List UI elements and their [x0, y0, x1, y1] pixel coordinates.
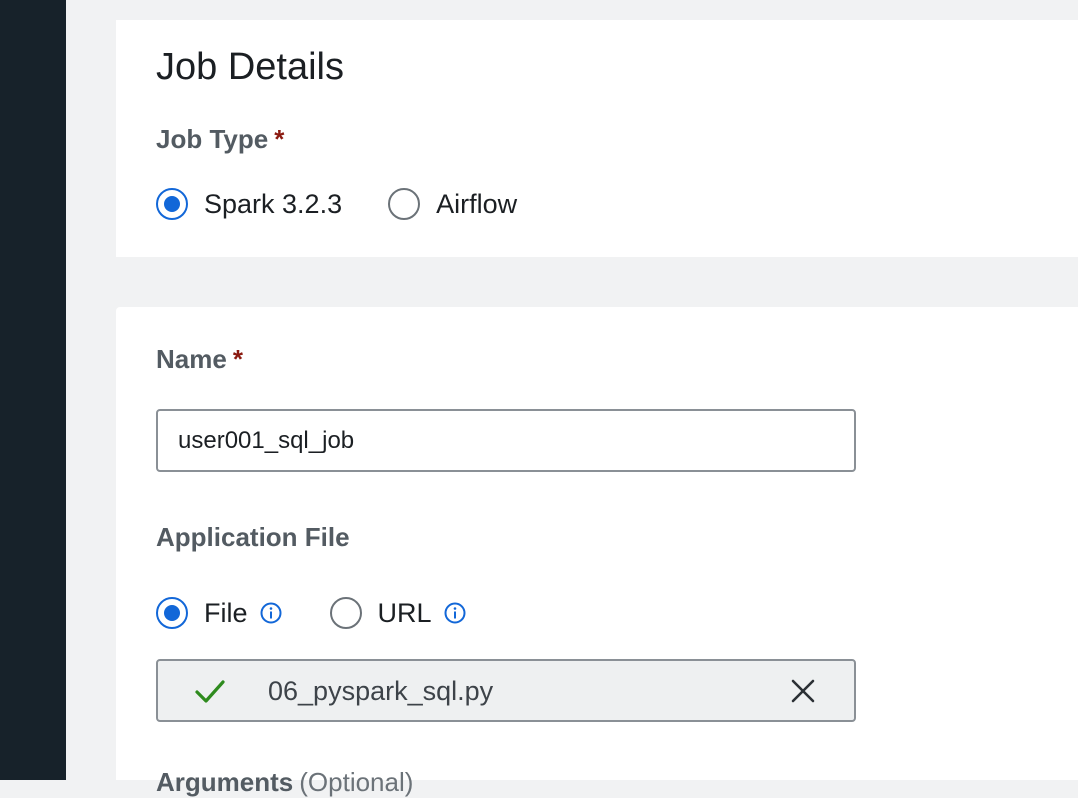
name-label-text: Name [156, 344, 227, 374]
radio-airflow[interactable] [388, 188, 421, 220]
optional-marker: (Optional) [299, 767, 414, 797]
job-type-option-airflow[interactable]: Airflow [388, 188, 517, 220]
source-option-file[interactable]: File [156, 597, 248, 629]
source-option-url[interactable]: URL [329, 597, 432, 629]
job-details-card: Job Details Job Type * Spark 3.2.3 Airflo… [116, 20, 1078, 257]
radio-file[interactable] [156, 597, 188, 629]
check-icon [194, 678, 226, 706]
radio-label-url[interactable]: URL [378, 597, 432, 629]
application-file-label: Application File [156, 522, 350, 552]
required-marker: * [232, 344, 243, 374]
radio-url[interactable] [329, 597, 362, 629]
job-type-label: Job Type * [156, 123, 284, 155]
uploaded-file-name: 06_pyspark_sql.py [268, 676, 494, 706]
radio-label-airflow[interactable]: Airflow [436, 188, 517, 220]
close-icon[interactable] [790, 678, 816, 704]
info-icon[interactable] [260, 602, 282, 624]
radio-label-file[interactable]: File [204, 597, 248, 629]
info-icon[interactable] [444, 602, 466, 624]
radio-spark[interactable] [156, 188, 188, 220]
name-input[interactable] [156, 409, 856, 472]
uploaded-file-box: 06_pyspark_sql.py [156, 659, 856, 722]
required-marker: * [274, 124, 285, 154]
application-source-radio-group: File URL [156, 597, 466, 629]
page-title: Job Details [156, 46, 344, 88]
arguments-label-text: Arguments [156, 767, 294, 797]
job-type-radio-group: Spark 3.2.3 Airflow [156, 188, 517, 220]
job-configuration-card: Name* Application File File URL [116, 307, 1078, 797]
job-type-option-spark[interactable]: Spark 3.2.3 [156, 188, 342, 220]
radio-label-spark[interactable]: Spark 3.2.3 [204, 188, 342, 220]
job-type-label-text: Job Type [156, 124, 269, 154]
sidebar [0, 0, 66, 780]
name-label: Name * [156, 343, 243, 375]
arguments-label: Arguments (Optional) [156, 766, 413, 798]
